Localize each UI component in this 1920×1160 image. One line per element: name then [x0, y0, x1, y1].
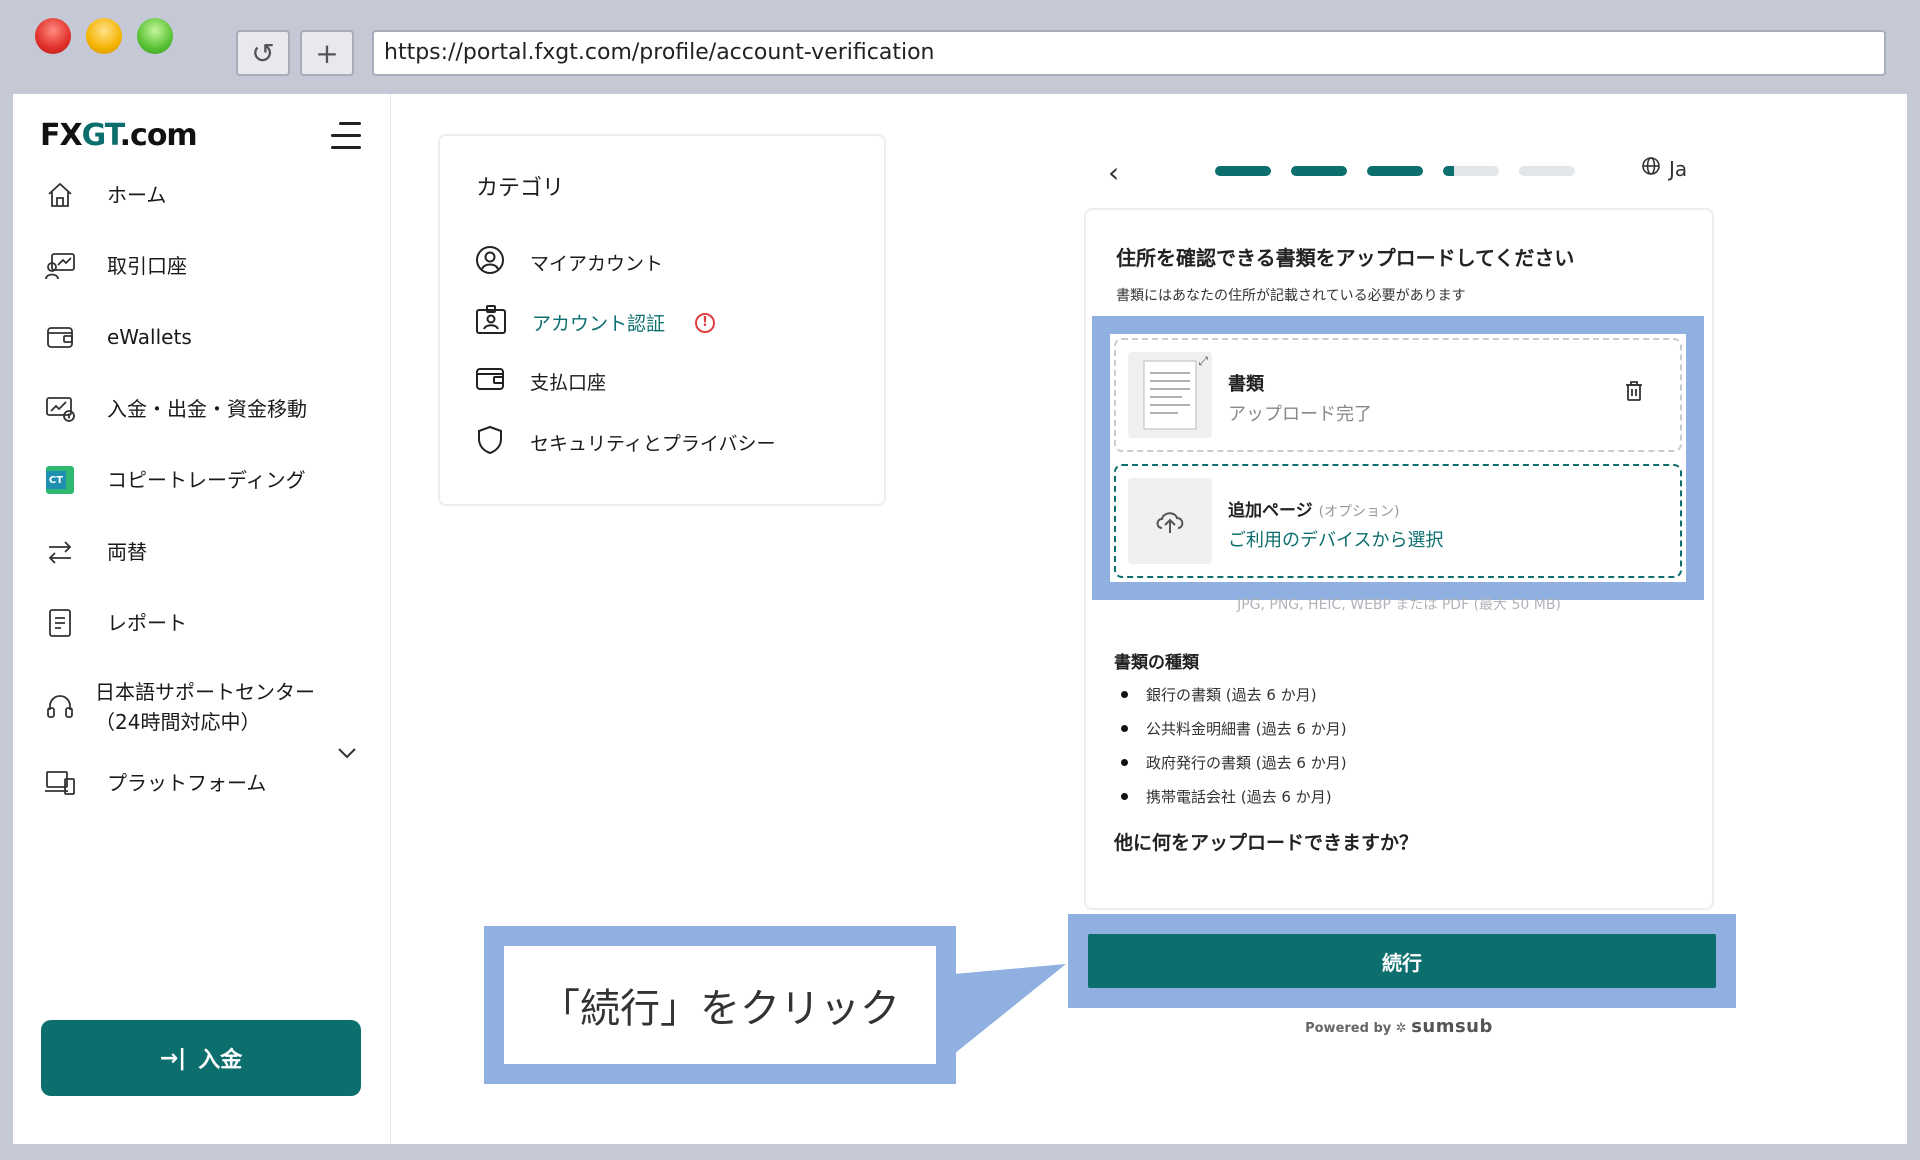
expand-icon[interactable]: ⤢ — [1198, 354, 1208, 369]
plus-icon: + — [315, 36, 339, 70]
wallet-icon — [43, 320, 77, 354]
list-item: 携帯電話会社 (過去 6 か月) — [1121, 786, 1332, 807]
sidebar-item-copy-trading[interactable]: CT コピートレーディング — [43, 463, 306, 497]
category-title: カテゴリ — [476, 176, 565, 201]
document-thumbnail[interactable]: ⤢ — [1128, 352, 1212, 438]
trading-account-icon — [43, 249, 77, 283]
category-item-payment-accounts[interactable]: 支払口座 — [474, 364, 606, 399]
sidebar-item-exchange[interactable]: 両替 — [43, 535, 147, 569]
wallet-icon — [474, 364, 506, 399]
copy-trading-icon: CT — [43, 463, 77, 497]
category-item-security-privacy[interactable]: セキュリティとプライバシー — [474, 424, 775, 461]
shield-icon — [474, 424, 506, 461]
user-circle-icon — [474, 244, 506, 281]
additional-page-dropzone[interactable]: 追加ページ (オプション) ご利用のデバイスから選択 — [1114, 464, 1682, 578]
sidebar-item-support[interactable]: 日本語サポートセンター （24時間対応中） — [43, 677, 315, 737]
category-item-my-account[interactable]: マイアカウント — [474, 244, 663, 281]
select-from-device-link[interactable]: ご利用のデバイスから選択 — [1228, 526, 1443, 552]
headset-icon — [43, 690, 77, 724]
trash-icon[interactable] — [1624, 380, 1644, 406]
platform-icon — [43, 766, 77, 800]
sidebar-item-platform[interactable]: プラットフォーム — [43, 766, 266, 800]
minimize-window-button[interactable] — [86, 18, 122, 54]
category-item-account-verification[interactable]: アカウント認証 ! — [474, 304, 716, 341]
page-viewport: FXGT.com ホーム 取引口座 eWallets 入金・出金・資金移動 CT… — [13, 94, 1907, 1144]
sidebar: FXGT.com ホーム 取引口座 eWallets 入金・出金・資金移動 CT… — [13, 94, 391, 1144]
progress-step-1 — [1215, 166, 1271, 176]
sidebar-item-funds[interactable]: 入金・出金・資金移動 — [43, 392, 307, 426]
powered-by-sumsub: Powered by ✲ sumsub — [1305, 1016, 1493, 1037]
report-icon — [43, 606, 77, 640]
other-uploads-question[interactable]: 他に何をアップロードできますか？ — [1114, 828, 1418, 855]
uploaded-document-row: ⤢ 書類 アップロード完了 — [1114, 338, 1682, 452]
progress-step-5 — [1519, 166, 1575, 176]
category-card: カテゴリ マイアカウント アカウント認証 ! 支払口座 セキュリティとプライバシ… — [438, 134, 886, 506]
file-format-hint: JPG, PNG, HEIC, WEBP または PDF (最大 50 MB) — [1237, 597, 1561, 613]
list-item: 公共料金明細書 (過去 6 か月) — [1121, 718, 1347, 739]
deposit-button[interactable]: →| 入金 — [41, 1020, 361, 1096]
continue-button[interactable]: 続行 — [1088, 934, 1716, 988]
sidebar-item-trading-accounts[interactable]: 取引口座 — [43, 249, 187, 283]
menu-toggle-icon[interactable] — [331, 122, 361, 150]
instruction-text: 「続行」をクリック — [504, 946, 936, 1064]
id-card-icon — [474, 304, 508, 341]
additional-page-label: 追加ページ (オプション) — [1228, 501, 1400, 521]
browser-chrome: ↺ + https://portal.fxgt.com/profile/acco… — [0, 0, 1920, 94]
list-item: 銀行の書類 (過去 6 か月) — [1121, 684, 1317, 705]
funds-icon — [43, 392, 77, 426]
document-name: 書類 — [1228, 374, 1264, 395]
fxgt-logo[interactable]: FXGT.com — [40, 118, 198, 153]
upload-cloud-icon — [1128, 478, 1212, 564]
sidebar-item-reports[interactable]: レポート — [43, 606, 187, 640]
document-types-title: 書類の種類 — [1114, 653, 1199, 673]
close-window-button[interactable] — [35, 18, 71, 54]
address-bar[interactable]: https://portal.fxgt.com/profile/account-… — [372, 30, 1886, 76]
list-item: 政府発行の書類 (過去 6 か月) — [1121, 752, 1347, 773]
warning-icon: ! — [695, 312, 716, 333]
sumsub-logo-icon: ✲ — [1395, 1021, 1407, 1036]
arrow-to-line-icon: →| — [159, 1045, 187, 1071]
document-status: アップロード完了 — [1228, 404, 1372, 425]
sidebar-item-ewallets[interactable]: eWallets — [43, 320, 192, 354]
upload-title: 住所を確認できる書類をアップロードしてください — [1116, 246, 1575, 270]
globe-icon — [1641, 156, 1661, 181]
progress-step-2 — [1291, 166, 1347, 176]
language-selector[interactable]: Ja — [1641, 156, 1687, 181]
home-icon — [43, 178, 77, 212]
sidebar-item-home[interactable]: ホーム — [43, 178, 166, 212]
chevron-down-icon[interactable] — [337, 744, 357, 763]
new-tab-button[interactable]: + — [300, 30, 354, 76]
maximize-window-button[interactable] — [137, 18, 173, 54]
upload-subtitle: 書類にはあなたの住所が記載されている必要があります — [1116, 288, 1466, 304]
reload-icon: ↺ — [251, 36, 275, 70]
reload-button[interactable]: ↺ — [236, 30, 290, 76]
callout-pointer — [954, 964, 1066, 1054]
progress-step-4 — [1443, 166, 1499, 176]
back-button[interactable]: ‹ — [1108, 156, 1119, 189]
exchange-icon — [43, 535, 77, 569]
progress-step-3 — [1367, 166, 1423, 176]
